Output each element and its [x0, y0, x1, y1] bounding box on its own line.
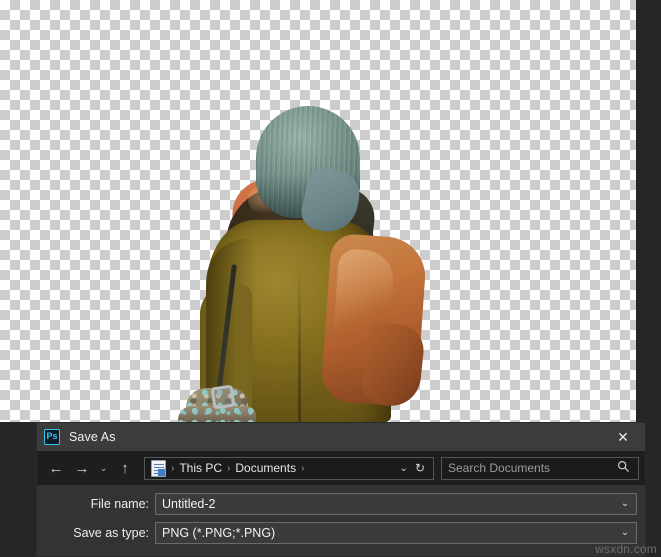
save-as-type-combobox[interactable]: PNG (*.PNG;*.PNG) ⌄ — [155, 521, 637, 544]
breadcrumb-separator-2[interactable]: › — [300, 463, 305, 474]
forward-icon[interactable]: → — [69, 455, 95, 481]
cutout-person-image — [178, 88, 430, 422]
scarf-fold — [359, 321, 427, 409]
breadcrumb-this-pc[interactable]: This PC — [175, 461, 226, 475]
coat-seam — [298, 266, 301, 422]
strap-buckle — [210, 384, 236, 410]
save-as-type-label: Save as type: — [73, 525, 149, 540]
back-icon[interactable]: ← — [43, 455, 69, 481]
search-box[interactable] — [441, 456, 639, 480]
file-name-combobox[interactable]: Untitled-2 ⌄ — [155, 492, 637, 515]
breadcrumb-documents[interactable]: Documents — [231, 461, 300, 475]
watermark: wsxdn.com — [595, 542, 657, 556]
refresh-icon[interactable]: ↻ — [415, 461, 430, 475]
address-chevron-down-icon[interactable]: ⌄ — [396, 463, 415, 474]
address-bar[interactable]: › This PC › Documents › ⌄ ↻ — [144, 456, 434, 480]
image-canvas[interactable] — [0, 0, 636, 422]
save-as-type-chevron-down-icon[interactable]: ⌄ — [614, 527, 636, 538]
file-name-row: File name: Untitled-2 ⌄ — [37, 491, 645, 516]
file-name-chevron-down-icon[interactable]: ⌄ — [614, 498, 636, 509]
save-as-form: File name: Untitled-2 ⌄ Save as type: PN… — [37, 485, 645, 545]
navigation-bar: ← → ⌄ ↑ › This PC › Documents › ⌄ ↻ — [37, 451, 645, 485]
photoshop-icon: Ps — [44, 429, 60, 445]
search-input[interactable] — [442, 461, 615, 475]
close-icon[interactable]: ✕ — [601, 423, 645, 451]
save-as-type-value[interactable]: PNG (*.PNG;*.PNG) — [156, 526, 614, 540]
save-as-type-row: Save as type: PNG (*.PNG;*.PNG) ⌄ — [37, 520, 645, 545]
file-name-value[interactable]: Untitled-2 — [156, 497, 614, 511]
file-name-label: File name: — [90, 496, 149, 511]
photoshop-window: Ps Save As ✕ ← → ⌄ ↑ › This PC › Documen… — [0, 0, 661, 557]
save-as-dialog: Ps Save As ✕ ← → ⌄ ↑ › This PC › Documen… — [36, 422, 646, 557]
search-icon[interactable] — [615, 460, 638, 476]
dialog-title-bar[interactable]: Ps Save As ✕ — [37, 423, 645, 451]
up-icon[interactable]: ↑ — [112, 455, 138, 481]
documents-folder-icon — [151, 459, 166, 477]
recent-locations-chevron-down-icon[interactable]: ⌄ — [95, 455, 112, 481]
dialog-title: Save As — [69, 430, 116, 444]
